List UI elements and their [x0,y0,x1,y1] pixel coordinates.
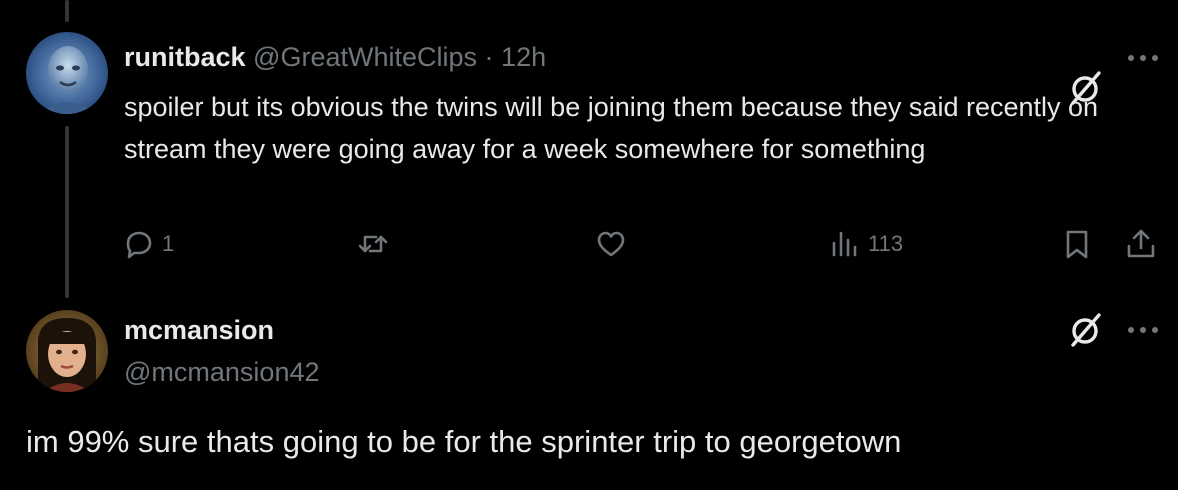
display-name[interactable]: runitback [124,42,246,72]
handle[interactable]: @mcmansion42 [124,355,320,389]
tweet-header: runitback @GreatWhiteClips · 12h [124,40,546,74]
separator: · [484,42,494,72]
heart-icon [594,227,628,261]
views-button[interactable]: 113 [828,226,903,262]
retweet-icon [356,227,390,261]
handle[interactable]: @GreatWhiteClips [253,42,477,72]
display-name[interactable]: mcmansion [124,315,274,345]
timestamp[interactable]: 12h [501,42,546,72]
bookmark-icon [1060,227,1094,261]
thread-view: runitback @GreatWhiteClips · 12h spoiler… [0,0,1178,490]
reply-text: im 99% sure thats going to be for the sp… [26,424,902,459]
woman-bangs-avatar-icon [26,310,108,392]
reply-header: mcmansion [124,313,274,347]
more-dots-icon[interactable] [1123,318,1163,342]
grok-icon[interactable] [1066,310,1106,350]
bookmark-button[interactable] [1060,226,1094,262]
share-icon [1124,227,1158,261]
retweet-button[interactable] [356,226,396,262]
tweet-text: spoiler but its obvious the twins will b… [124,92,1099,164]
share-button[interactable] [1124,226,1158,262]
like-button[interactable] [594,226,634,262]
thread-connector [65,126,69,298]
views-count: 113 [868,231,904,256]
avatar[interactable] [26,32,108,114]
avatar[interactable] [26,310,108,392]
thread-connector-top [65,0,69,22]
bald-man-avatar-icon [26,32,108,114]
views-chart-icon [828,227,862,261]
reply-count: 1 [162,231,175,256]
reply-button[interactable]: 1 [122,226,174,262]
more-dots-icon[interactable] [1123,46,1163,70]
reply-bubble-icon [122,227,156,261]
